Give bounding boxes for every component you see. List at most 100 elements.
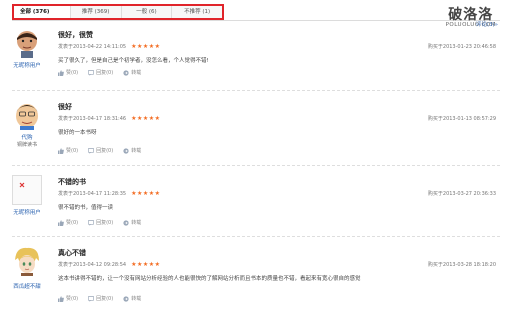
review-filter-tabs: 全部 (376) 推荐 (369) 一般 (6) 不推荐 (1) (12, 4, 224, 20)
share-label: 转载 (131, 70, 142, 76)
like-button[interactable]: 赞(0) (58, 69, 78, 76)
review-meta: 发表于2013-04-17 18:31:46 ★ ★ ★ ★ ★ (58, 115, 160, 122)
comment-icon (88, 147, 95, 154)
star-icon: ★ (148, 42, 155, 50)
tab-average[interactable]: 一般 (6) (122, 6, 173, 18)
share-label: 转载 (131, 148, 142, 154)
review-meta: 发表于2013-04-12 09:28:54 ★ ★ ★ ★ ★ (58, 261, 160, 268)
divider (12, 236, 500, 237)
review-title: 很好 (58, 103, 72, 111)
divider (12, 90, 500, 91)
star-icon: ★ (131, 260, 137, 268)
star-icon: ★ (154, 42, 161, 50)
reply-count: 回复(0) (96, 70, 114, 76)
posted-time: 发表于2013-04-22 14:11:05 (58, 44, 127, 50)
review-item: 西瓜超不甜 真心不错 发表于2013-04-12 09:28:54 ★ ★ ★ ★ ★ … (0, 246, 510, 308)
rating-stars: ★ ★ ★ ★ ★ (131, 260, 161, 268)
star-icon: ★ (142, 114, 149, 122)
share-label: 转载 (131, 220, 142, 226)
divider (12, 165, 500, 166)
review-actions: 赞(0) 回复(0) 转载 (58, 69, 141, 76)
review-meta: 发表于2013-04-17 11:28:35 ★ ★ ★ ★ ★ (58, 190, 160, 197)
review-filter-bar: 全部 (376) 推荐 (369) 一般 (6) 不推荐 (1) (0, 0, 510, 24)
share-icon (123, 219, 129, 226)
review-body: 这本书讲得不错的，让一个没有网站分析经验的人也能很快的了解网站分析而且书本的质量… (58, 276, 361, 282)
review-item: 代购 铜牌读书 很好 发表于2013-04-17 18:31:46 ★ ★ ★ ★ ★ … (0, 100, 510, 162)
bought-time: 购买于2013-03-28 18:18:20 (427, 262, 496, 268)
share-button[interactable]: 转载 (123, 295, 141, 302)
user-name[interactable]: 西瓜超不甜 (6, 282, 48, 290)
tab-not-recommend[interactable]: 不推荐 (1) (172, 6, 222, 18)
more-reviews-link[interactable]: 评论(3)» (476, 20, 498, 28)
like-count: 赞(0) (66, 148, 79, 154)
like-button[interactable]: 赞(0) (58, 147, 78, 154)
like-count: 赞(0) (66, 220, 79, 226)
review-title: 不错的书 (58, 178, 86, 186)
like-button[interactable]: 赞(0) (58, 295, 78, 302)
user-name[interactable]: 无昵称用户 (6, 61, 48, 69)
review-meta: 发表于2013-04-22 14:11:05 ★ ★ ★ ★ ★ (58, 43, 160, 50)
like-button[interactable]: 赞(0) (58, 219, 78, 226)
star-icon: ★ (142, 260, 149, 268)
star-icon: ★ (131, 189, 137, 197)
avatar[interactable] (12, 175, 42, 205)
posted-time: 发表于2013-04-17 11:28:35 (58, 191, 127, 197)
thumbs-up-icon (58, 69, 64, 76)
bought-time: 购买于2013-03-27 20:36:33 (427, 191, 496, 197)
star-icon: ★ (131, 42, 137, 50)
like-count: 赞(0) (66, 296, 79, 302)
reply-button[interactable]: 回复(0) (88, 147, 113, 154)
star-icon: ★ (148, 114, 155, 122)
posted-time: 发表于2013-04-17 18:31:46 (58, 116, 127, 122)
tab-all[interactable]: 全部 (376) (14, 6, 71, 18)
avatar[interactable] (12, 100, 42, 130)
reply-count: 回复(0) (96, 296, 114, 302)
review-body: 很不错的书，值得一读 (58, 205, 114, 211)
share-icon (123, 295, 129, 302)
star-icon: ★ (142, 42, 149, 50)
comment-icon (88, 295, 95, 302)
reply-count: 回复(0) (96, 148, 114, 154)
star-icon: ★ (154, 189, 161, 197)
review-item: 无昵称用户 不错的书 发表于2013-04-17 11:28:35 ★ ★ ★ ★ ★ … (0, 175, 510, 233)
review-title: 很好，很赞 (58, 31, 93, 39)
star-icon: ★ (137, 114, 143, 122)
rating-stars: ★ ★ ★ ★ ★ (131, 114, 161, 122)
bought-time: 购买于2013-01-23 20:46:58 (427, 44, 496, 50)
reply-count: 回复(0) (96, 220, 114, 226)
reply-button[interactable]: 回复(0) (88, 69, 113, 76)
share-label: 转载 (131, 296, 142, 302)
star-icon: ★ (154, 260, 161, 268)
avatar[interactable] (12, 28, 42, 58)
share-button[interactable]: 转载 (123, 147, 141, 154)
star-icon: ★ (131, 114, 137, 122)
share-icon (123, 69, 129, 76)
rating-stars: ★ ★ ★ ★ ★ (131, 189, 161, 197)
review-body: 买了很久了，但是自己是个初学者，没怎么看，个人觉得不错! (58, 58, 209, 64)
star-icon: ★ (137, 42, 143, 50)
bought-time: 购买于2013-01-13 08:57:29 (427, 116, 496, 122)
review-title: 真心不错 (58, 249, 86, 257)
tab-recommend[interactable]: 推荐 (369) (71, 6, 122, 18)
star-icon: ★ (154, 114, 161, 122)
user-name[interactable]: 代购 (6, 133, 48, 141)
user-level: 铜牌读书 (16, 142, 37, 148)
star-icon: ★ (148, 260, 155, 268)
share-button[interactable]: 转载 (123, 219, 141, 226)
thumbs-up-icon (58, 147, 64, 154)
posted-time: 发表于2013-04-12 09:28:54 (58, 262, 127, 268)
thumbs-up-icon (58, 219, 64, 226)
star-icon: ★ (137, 260, 143, 268)
reply-button[interactable]: 回复(0) (88, 295, 113, 302)
review-item: 无昵称用户 很好，很赞 发表于2013-04-22 14:11:05 ★ ★ ★ ★ ★… (0, 28, 510, 88)
star-icon: ★ (137, 189, 143, 197)
user-name[interactable]: 无昵称用户 (6, 208, 48, 216)
thumbs-up-icon (58, 295, 64, 302)
reply-button[interactable]: 回复(0) (88, 219, 113, 226)
rating-stars: ★ ★ ★ ★ ★ (131, 42, 161, 50)
star-icon: ★ (142, 189, 149, 197)
avatar[interactable] (12, 246, 42, 276)
star-icon: ★ (148, 189, 155, 197)
share-button[interactable]: 转载 (123, 69, 141, 76)
review-actions: 赞(0) 回复(0) 转载 (58, 147, 141, 154)
